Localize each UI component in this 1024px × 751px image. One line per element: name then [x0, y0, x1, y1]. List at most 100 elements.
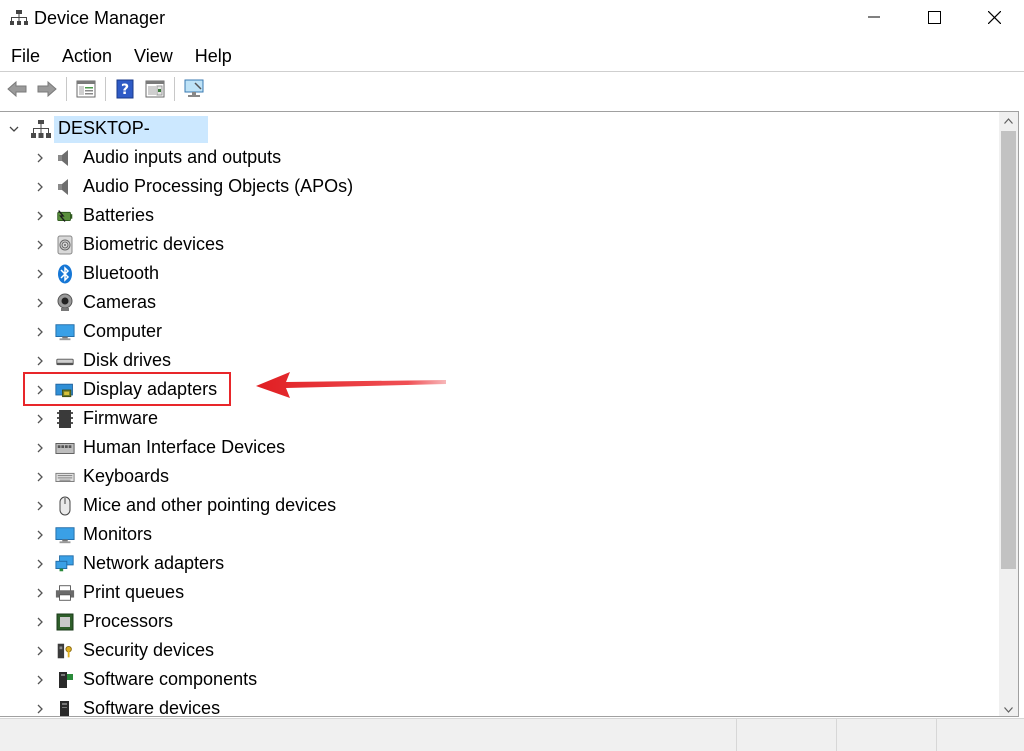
chevron-right-icon[interactable]: [32, 701, 48, 717]
tree-category-row[interactable]: Print queues: [0, 578, 999, 607]
tree-category-label: Batteries: [83, 205, 155, 225]
tree-category-label: Biometric devices: [83, 234, 225, 254]
scroll-thumb[interactable]: [1001, 131, 1016, 569]
vertical-scrollbar[interactable]: [999, 112, 1018, 716]
tree-category-label: Human Interface Devices: [83, 437, 286, 457]
toolbar-separator: [66, 77, 67, 101]
chevron-right-icon[interactable]: [32, 643, 48, 659]
chevron-down-icon[interactable]: [6, 121, 22, 137]
toolbar: ?: [0, 72, 1024, 106]
scan-hardware-button[interactable]: [181, 76, 207, 102]
tree-category-label: Computer: [83, 321, 163, 341]
tree-category-label: Network adapters: [83, 553, 225, 573]
tree-root-row[interactable]: DESKTOP-: [0, 114, 999, 143]
tree-category-row[interactable]: Computer: [0, 317, 999, 346]
device-tree[interactable]: DESKTOP- Audio inputs and outputs Audio P…: [0, 112, 999, 717]
tree-category-row[interactable]: Audio inputs and outputs: [0, 143, 999, 172]
hid-icon: [55, 438, 75, 458]
window-title: Device Manager: [34, 8, 166, 28]
status-cell: [736, 719, 836, 751]
chevron-right-icon[interactable]: [32, 237, 48, 253]
close-button[interactable]: [964, 0, 1024, 34]
tree-category-label: Software devices: [83, 698, 221, 717]
tree-category-row[interactable]: Batteries: [0, 201, 999, 230]
battery-icon: [55, 206, 75, 226]
menu-help[interactable]: Help: [184, 42, 243, 70]
tree-category-row[interactable]: Security devices: [0, 636, 999, 665]
keyboard-icon: [55, 467, 75, 487]
toolbar-separator: [174, 77, 175, 101]
show-hidden-button[interactable]: [142, 76, 168, 102]
minimize-icon: [868, 16, 880, 18]
disk-drive-icon: [55, 351, 75, 371]
chevron-right-icon[interactable]: [32, 179, 48, 195]
speaker-icon: [55, 177, 75, 197]
forward-button[interactable]: [34, 76, 60, 102]
status-cell: [936, 719, 1024, 751]
tree-category-row[interactable]: Firmware: [0, 404, 999, 433]
tree-category-row[interactable]: Mice and other pointing devices: [0, 491, 999, 520]
chevron-right-icon[interactable]: [32, 150, 48, 166]
back-icon: [7, 80, 27, 98]
tree-category-label: Firmware: [83, 408, 158, 428]
tree-category-row[interactable]: Cameras: [0, 288, 999, 317]
fingerprint-icon: [55, 235, 75, 255]
chevron-right-icon[interactable]: [32, 208, 48, 224]
processor-icon: [55, 612, 75, 632]
chevron-down-icon: [1004, 706, 1013, 713]
maximize-button[interactable]: [904, 0, 964, 34]
tree-category-row[interactable]: Processors: [0, 607, 999, 636]
chevron-up-icon: [1004, 117, 1013, 124]
tree-category-label: Monitors: [83, 524, 153, 544]
tree-category-row[interactable]: Monitors: [0, 520, 999, 549]
maximize-icon: [927, 10, 941, 24]
chevron-right-icon[interactable]: [32, 469, 48, 485]
tree-category-row[interactable]: Disk drives: [0, 346, 999, 375]
tree-category-row[interactable]: Keyboards: [0, 462, 999, 491]
chevron-right-icon[interactable]: [32, 556, 48, 572]
tree-category-label: Software components: [83, 669, 258, 689]
chevron-right-icon[interactable]: [32, 585, 48, 601]
tree-category-label: Audio Processing Objects (APOs): [83, 176, 354, 196]
properties-button[interactable]: [73, 76, 99, 102]
mouse-icon: [55, 496, 75, 516]
software-device-icon: [55, 699, 75, 716]
tree-category-row[interactable]: Software components: [0, 665, 999, 694]
menu-file[interactable]: File: [0, 42, 51, 70]
device-manager-icon: [10, 10, 28, 26]
tree-category-row[interactable]: Bluetooth: [0, 259, 999, 288]
scroll-down-button[interactable]: [999, 701, 1018, 716]
svg-text:?: ?: [121, 82, 129, 98]
chevron-right-icon[interactable]: [32, 614, 48, 630]
chevron-right-icon[interactable]: [32, 295, 48, 311]
chevron-right-icon[interactable]: [32, 527, 48, 543]
computer-root-icon: [31, 119, 51, 139]
help-button[interactable]: ?: [112, 76, 138, 102]
annotation-arrow-icon: [256, 372, 446, 398]
chevron-right-icon[interactable]: [32, 353, 48, 369]
chevron-right-icon[interactable]: [32, 411, 48, 427]
tree-category-row[interactable]: Audio Processing Objects (APOs): [0, 172, 999, 201]
chevron-right-icon[interactable]: [32, 266, 48, 282]
bluetooth-icon: [55, 264, 75, 284]
tree-category-label: Keyboards: [83, 466, 170, 486]
chevron-right-icon[interactable]: [32, 324, 48, 340]
minimize-button[interactable]: [844, 0, 904, 34]
tree-category-row[interactable]: Human Interface Devices: [0, 433, 999, 462]
software-component-icon: [55, 670, 75, 690]
properties-icon: [76, 80, 96, 98]
tree-category-row[interactable]: Network adapters: [0, 549, 999, 578]
menu-action[interactable]: Action: [51, 42, 123, 70]
chevron-right-icon[interactable]: [32, 672, 48, 688]
chevron-right-icon[interactable]: [32, 440, 48, 456]
tree-category-row[interactable]: Biometric devices: [0, 230, 999, 259]
back-button[interactable]: [4, 76, 30, 102]
title-bar: Device Manager: [0, 0, 1024, 38]
tree-category-label: Audio inputs and outputs: [83, 147, 282, 167]
printer-icon: [55, 583, 75, 603]
chevron-right-icon[interactable]: [32, 498, 48, 514]
scroll-up-button[interactable]: [999, 112, 1018, 129]
tree-category-row[interactable]: Software devices: [0, 694, 999, 717]
menu-view[interactable]: View: [123, 42, 184, 70]
tree-category-label: Mice and other pointing devices: [83, 495, 337, 515]
